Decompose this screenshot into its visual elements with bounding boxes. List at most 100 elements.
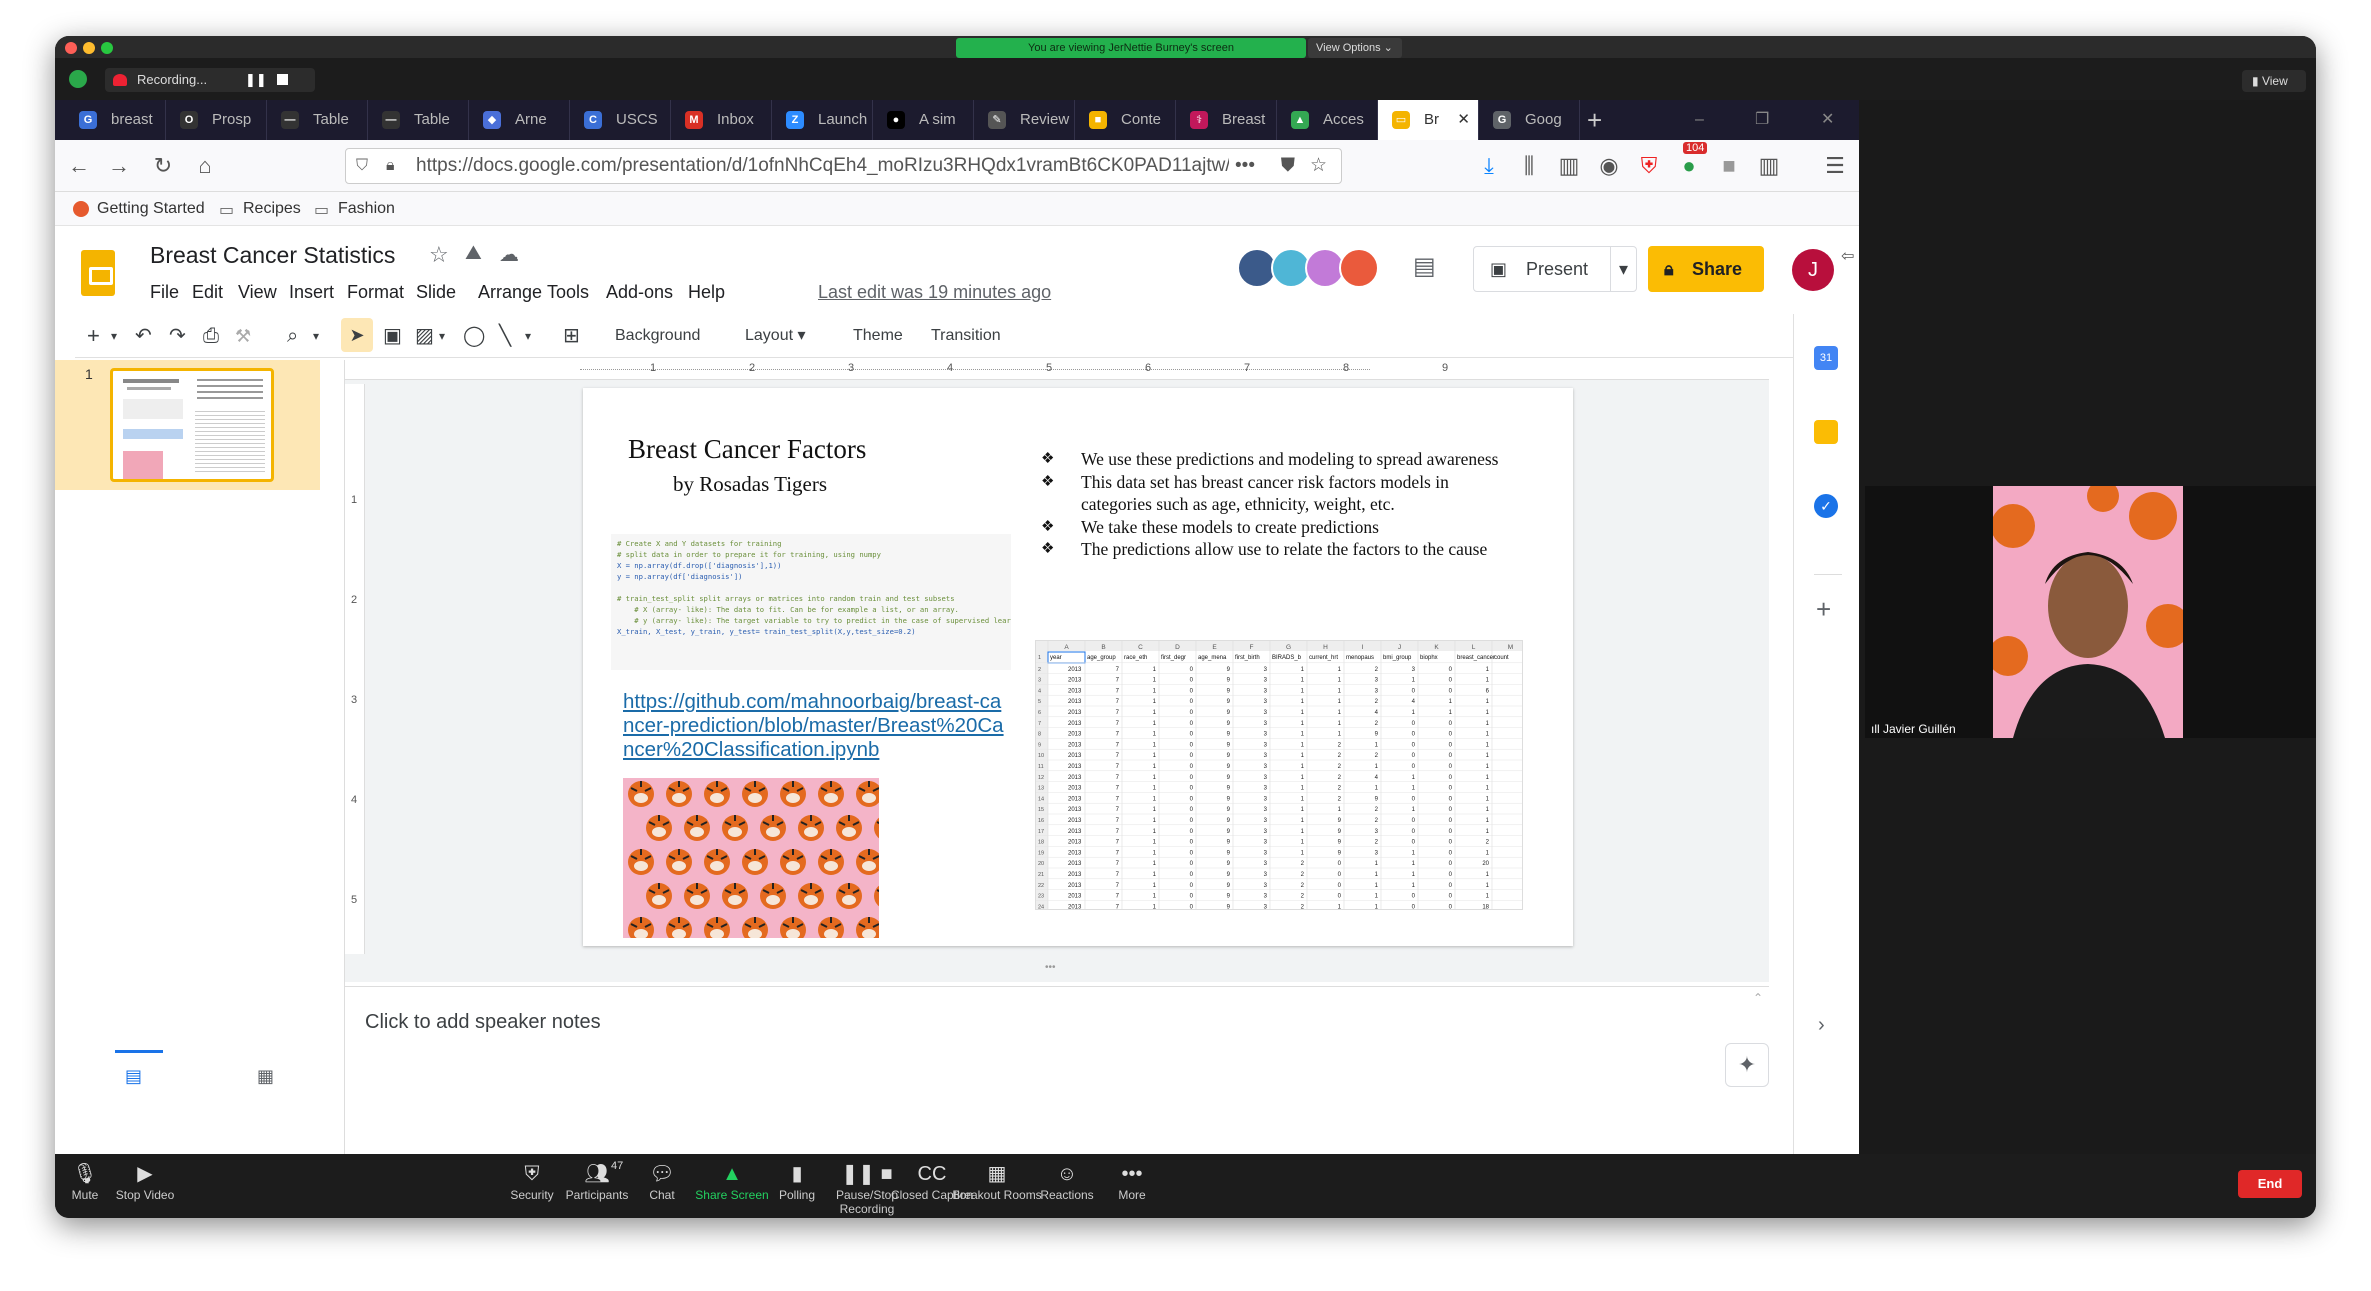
- browser-tab[interactable]: ✎ Review: [974, 100, 1075, 140]
- background-button[interactable]: Background: [615, 322, 700, 350]
- browser-tab[interactable]: C USCS: [570, 100, 671, 140]
- end-meeting-button[interactable]: End: [2238, 1170, 2302, 1198]
- slide-heading[interactable]: Breast Cancer Factors: [628, 434, 866, 465]
- new-tab-icon[interactable]: +: [1587, 100, 1602, 140]
- menu-addons[interactable]: Add-ons: [606, 282, 673, 303]
- extension-k-icon[interactable]: ■: [1715, 152, 1743, 180]
- speaker-notes-panel[interactable]: Click to add speaker notes ✦ ⌃: [345, 986, 1769, 1154]
- resize-handle-icon[interactable]: •••: [1045, 962, 1056, 973]
- pocket-icon[interactable]: ⛊: [1280, 149, 1295, 183]
- undo-icon[interactable]: ↶: [135, 322, 152, 350]
- menu-format[interactable]: Format: [347, 282, 404, 303]
- reload-icon[interactable]: ↻: [149, 152, 177, 180]
- browser-tab[interactable]: Z Launch: [772, 100, 873, 140]
- stop-icon[interactable]: [277, 74, 288, 85]
- pause-icon[interactable]: ❚❚: [245, 68, 267, 92]
- theme-button[interactable]: Theme: [853, 322, 903, 350]
- image-dropdown-icon[interactable]: ▾: [439, 322, 445, 350]
- view-button[interactable]: ▮ View: [2242, 70, 2306, 92]
- zoom-control-more[interactable]: ••• More: [1072, 1154, 1192, 1218]
- line-dropdown-icon[interactable]: ▾: [525, 322, 531, 350]
- github-link[interactable]: https://github.com/mahnoorbaig/breast-ca…: [623, 690, 1023, 762]
- add-addon-icon[interactable]: +: [1816, 594, 1831, 625]
- bookmark-getting-started[interactable]: Getting Started: [71, 198, 205, 220]
- last-edit-link[interactable]: Last edit was 19 minutes ago: [818, 282, 1051, 303]
- explore-icon[interactable]: ✦: [1725, 1043, 1769, 1087]
- expand-panel-icon[interactable]: ›: [1818, 1014, 1825, 1037]
- present-dropdown-icon[interactable]: ▾: [1610, 247, 1628, 291]
- share-button[interactable]: 🔒︎ Share: [1648, 246, 1764, 292]
- line-icon[interactable]: ╲: [499, 322, 511, 350]
- library-icon[interactable]: ⫼: [1515, 152, 1543, 180]
- speaker-notes-placeholder[interactable]: Click to add speaker notes: [365, 1011, 601, 1034]
- menu-view[interactable]: View: [238, 282, 277, 303]
- browser-tab[interactable]: ▲ Acces: [1277, 100, 1378, 140]
- star-icon[interactable]: ☆: [429, 242, 449, 268]
- page-actions-icon[interactable]: •••: [1229, 149, 1261, 183]
- transition-button[interactable]: Transition: [931, 322, 1001, 350]
- slide-thumbnail-selected[interactable]: 1: [55, 360, 320, 490]
- browser-tab[interactable]: — Table: [368, 100, 469, 140]
- browser-tab[interactable]: ⚕ Breast: [1176, 100, 1277, 140]
- close-browser-icon[interactable]: ✕: [1821, 100, 1834, 140]
- browser-tab[interactable]: M Inbox: [671, 100, 772, 140]
- browser-tab[interactable]: — Table: [267, 100, 368, 140]
- slide-1[interactable]: Breast Cancer Factors by Rosadas Tigers …: [583, 388, 1573, 946]
- star-icon[interactable]: ☆: [1309, 149, 1327, 183]
- forward-icon[interactable]: →: [105, 152, 133, 180]
- download-icon[interactable]: ⤓: [1475, 152, 1503, 180]
- extension-icon[interactable]: ●: [1675, 152, 1703, 180]
- comments-icon[interactable]: ▤: [1413, 252, 1436, 281]
- presentation-title[interactable]: Breast Cancer Statistics: [150, 242, 395, 269]
- bullet-list[interactable]: ❖ We use these predictions and modeling t…: [1037, 448, 1507, 561]
- minimize-window-button[interactable]: [83, 42, 95, 54]
- print-icon[interactable]: ⎙: [203, 322, 219, 350]
- browser-tab[interactable]: ◆ Arne: [469, 100, 570, 140]
- spreadsheet-screenshot[interactable]: A B C D E F G H I J K L Myear age_group race_eth first_…: [1035, 640, 1523, 910]
- new-slide-dropdown-icon[interactable]: ▾: [111, 322, 117, 350]
- menu-icon[interactable]: ☰: [1821, 152, 1849, 180]
- menu-edit[interactable]: Edit: [192, 282, 223, 303]
- filmstrip-view-icon[interactable]: ▤: [125, 1066, 142, 1087]
- move-to-drive-icon[interactable]: ⛰: [465, 242, 482, 265]
- browser-tab[interactable]: O Prosp: [166, 100, 267, 140]
- new-slide-icon[interactable]: +: [87, 322, 100, 350]
- menu-insert[interactable]: Insert: [289, 282, 334, 303]
- tiger-pattern-image[interactable]: [623, 778, 879, 938]
- close-window-button[interactable]: [65, 42, 77, 54]
- keep-icon[interactable]: [1814, 420, 1838, 444]
- calendar-icon[interactable]: 31: [1814, 346, 1838, 370]
- menu-help[interactable]: Help: [688, 282, 725, 303]
- url-bar[interactable]: ⛉ 🔒︎ https://docs.google.com/presentatio…: [345, 148, 1342, 184]
- browser-tab[interactable]: ■ Conte: [1075, 100, 1176, 140]
- collaborator-avatar[interactable]: [1339, 248, 1379, 288]
- sidebar-icon[interactable]: ▥: [1555, 152, 1583, 180]
- close-tab-icon[interactable]: ✕: [1457, 100, 1470, 140]
- shape-icon[interactable]: ◯: [463, 322, 485, 350]
- layout-button[interactable]: Layout ▾: [745, 322, 806, 350]
- menu-slide[interactable]: Slide: [416, 282, 456, 303]
- notes-scroll-up-icon[interactable]: ⌃: [1753, 991, 1763, 1005]
- back-icon[interactable]: ←: [65, 152, 93, 180]
- home-icon[interactable]: ⌂: [191, 152, 219, 180]
- slide-subheading[interactable]: by Rosadas Tigers: [673, 472, 827, 497]
- browser-tab[interactable]: G Goog: [1479, 100, 1580, 140]
- menu-arrange[interactable]: Arrange: [478, 282, 542, 303]
- present-button[interactable]: ▣ Present ▾: [1473, 246, 1637, 292]
- paint-format-icon[interactable]: ⚒: [235, 322, 251, 350]
- bookmark-fashion[interactable]: ▭ Fashion: [312, 198, 395, 220]
- browser-tab[interactable]: ● A sim: [873, 100, 974, 140]
- redo-icon[interactable]: ↷: [169, 322, 186, 350]
- account-icon[interactable]: ◉: [1595, 152, 1623, 180]
- menu-tools[interactable]: Tools: [547, 282, 589, 303]
- view-options-button[interactable]: View Options ⌄: [1308, 38, 1402, 58]
- tasks-icon[interactable]: ✓: [1814, 494, 1838, 518]
- select-tool-icon[interactable]: ➤: [341, 318, 373, 352]
- maximize-window-button[interactable]: [101, 42, 113, 54]
- menu-file[interactable]: File: [150, 282, 179, 303]
- zoom-icon[interactable]: ⌕: [287, 322, 298, 350]
- slide-thumbnail[interactable]: [110, 368, 274, 482]
- comment-add-icon[interactable]: ⊞: [563, 322, 580, 350]
- grid-view-icon[interactable]: ▦: [257, 1066, 274, 1087]
- zoom-dropdown-icon[interactable]: ▾: [313, 322, 319, 350]
